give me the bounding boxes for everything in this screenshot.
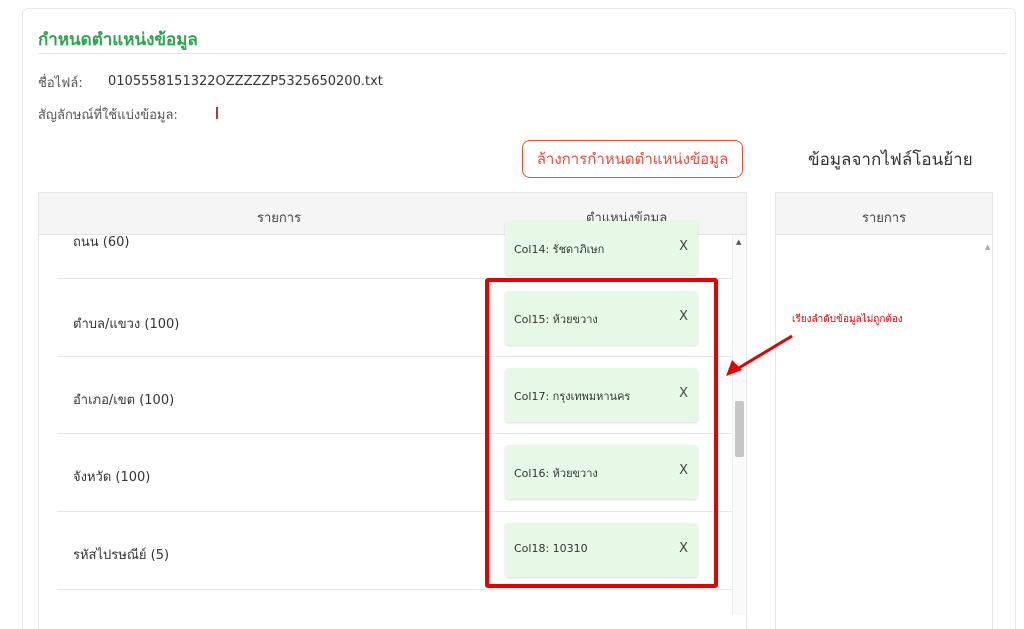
- remove-icon[interactable]: X: [679, 239, 688, 254]
- mapping-scrollbar[interactable]: ▲: [732, 235, 745, 615]
- position-chip[interactable]: Col15: ห้วยขวาง X: [505, 291, 698, 345]
- header-item: รายการ: [257, 211, 302, 226]
- chip-value: Col18: 10310: [514, 542, 588, 555]
- remove-icon[interactable]: X: [679, 463, 688, 478]
- row-label: จังหวัด (100): [73, 470, 151, 485]
- row-label: ตำบล/แขวง (100): [73, 317, 180, 332]
- row-label: รหัสไปรษณีย์ (5): [73, 548, 170, 563]
- table-row: รหัสไปรษณีย์ (5) Col18: 10310 X: [57, 512, 735, 590]
- mapping-table: รายการ ตำแหน่งข้อมูล ถนน (60) Col14: รัช…: [38, 192, 747, 629]
- remove-icon[interactable]: X: [679, 309, 688, 324]
- table-row: ตำบล/แขวง (100) Col15: ห้วยขวาง X: [57, 279, 735, 357]
- source-header-item: รายการ: [862, 211, 907, 226]
- position-chip[interactable]: Col16: ห้วยขวาง X: [505, 445, 698, 499]
- chip-value: Col17: กรุงเทพมหานคร: [514, 390, 631, 403]
- scrollbar-thumb[interactable]: [735, 401, 744, 457]
- source-table-header: รายการ: [776, 193, 992, 235]
- error-annotation: เรียงลำดับข้อมูลไม่ถูกต้อง: [792, 314, 903, 325]
- delimiter-label: สัญลักษณ์ที่ใช้แบ่งข้อมูล:: [38, 108, 178, 123]
- title-divider: [38, 53, 1006, 54]
- scroll-up-icon[interactable]: ▲: [736, 238, 741, 246]
- source-data-title: ข้อมูลจากไฟล์โอนย้าย: [808, 150, 973, 170]
- remove-icon[interactable]: X: [679, 386, 688, 401]
- file-name-value: 0105558151322OZZZZZP5325650200.txt: [108, 74, 383, 89]
- clear-positions-button[interactable]: ล้างการกำหนดตำแหน่งข้อมูล: [522, 140, 743, 178]
- delimiter-value: [216, 107, 218, 119]
- table-row: จังหวัด (100) Col16: ห้วยขวาง X: [57, 434, 735, 512]
- position-chip[interactable]: Col17: กรุงเทพมหานคร X: [505, 368, 698, 422]
- remove-icon[interactable]: X: [679, 541, 688, 556]
- position-chip[interactable]: Col14: รัชดาภิเษก X: [505, 221, 698, 275]
- table-row: อำเภอ/เขต (100) Col17: กรุงเทพมหานคร X: [57, 357, 735, 434]
- table-row: ถนน (60) Col14: รัชดาภิเษก X: [57, 221, 735, 279]
- chip-value: Col16: ห้วยขวาง: [514, 467, 598, 480]
- source-data-table: รายการ ▲: [775, 192, 993, 629]
- chip-value: Col15: ห้วยขวาง: [514, 313, 598, 326]
- scroll-up-icon[interactable]: ▲: [985, 243, 990, 251]
- row-label: อำเภอ/เขต (100): [73, 393, 175, 408]
- position-chip[interactable]: Col18: 10310 X: [505, 523, 698, 577]
- page-title: กำหนดตำแหน่งข้อมูล: [38, 30, 198, 50]
- row-label: ถนน (60): [73, 235, 130, 250]
- file-name-label: ชื่อไฟล์:: [38, 76, 83, 91]
- chip-value: Col14: รัชดาภิเษก: [514, 243, 605, 256]
